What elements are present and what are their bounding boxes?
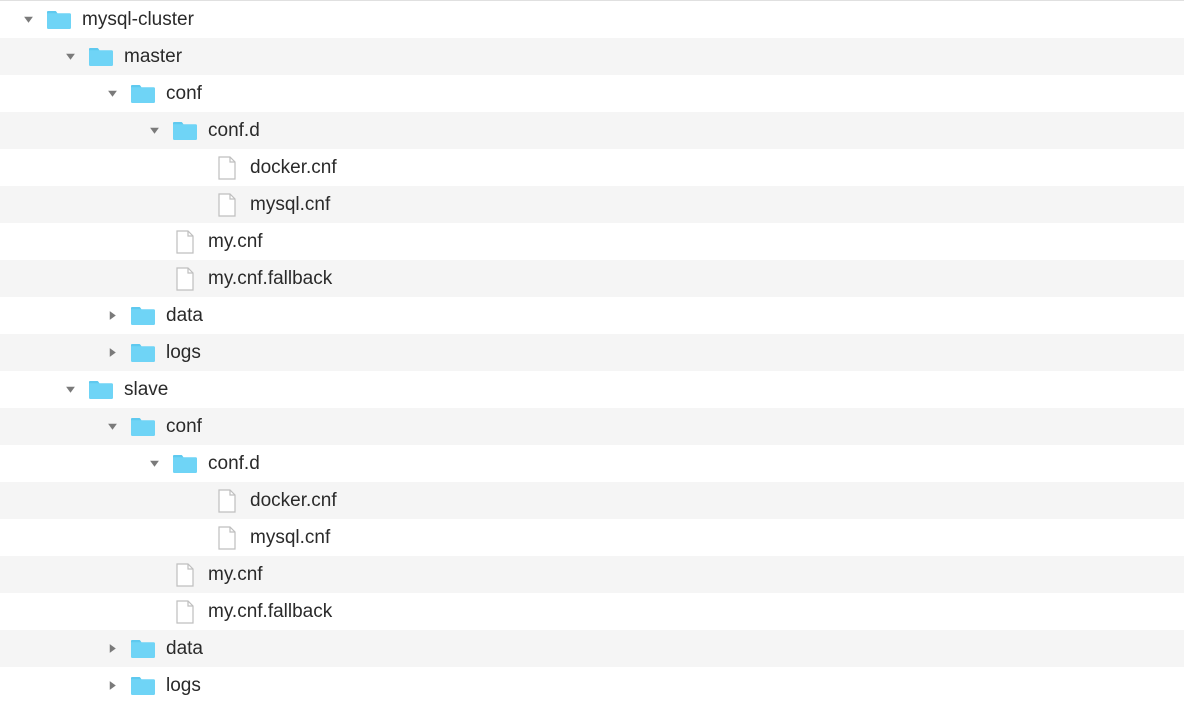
tree-item-label: docker.cnf: [250, 490, 337, 512]
tree-row[interactable]: docker.cnf: [0, 482, 1184, 519]
tree-item-label: conf: [166, 83, 202, 105]
chevron-right-icon[interactable]: [104, 678, 120, 694]
tree-item-label: logs: [166, 675, 201, 697]
file-icon: [172, 266, 198, 292]
chevron-right-icon[interactable]: [104, 641, 120, 657]
tree-item-label: my.cnf.fallback: [208, 268, 332, 290]
folder-icon: [130, 414, 156, 440]
tree-item-label: logs: [166, 342, 201, 364]
tree-item-label: mysql-cluster: [82, 9, 194, 31]
chevron-down-icon[interactable]: [146, 123, 162, 139]
tree-row[interactable]: conf.d: [0, 112, 1184, 149]
tree-row[interactable]: mysql.cnf: [0, 519, 1184, 556]
folder-icon: [130, 340, 156, 366]
tree-item-label: conf: [166, 416, 202, 438]
chevron-down-icon[interactable]: [104, 86, 120, 102]
tree-row[interactable]: my.cnf.fallback: [0, 260, 1184, 297]
tree-row[interactable]: logs: [0, 667, 1184, 704]
folder-icon: [130, 303, 156, 329]
folder-icon: [88, 377, 114, 403]
chevron-down-icon[interactable]: [20, 12, 36, 28]
tree-item-label: slave: [124, 379, 168, 401]
folder-icon: [130, 636, 156, 662]
tree-row[interactable]: master: [0, 38, 1184, 75]
tree-row[interactable]: my.cnf.fallback: [0, 593, 1184, 630]
chevron-down-icon[interactable]: [62, 382, 78, 398]
file-tree: mysql-cluster master conf conf.d docker.…: [0, 0, 1184, 704]
file-icon: [214, 192, 240, 218]
file-icon: [172, 229, 198, 255]
file-icon: [214, 525, 240, 551]
tree-item-label: my.cnf: [208, 231, 263, 253]
file-icon: [172, 562, 198, 588]
folder-icon: [130, 673, 156, 699]
chevron-right-icon[interactable]: [104, 308, 120, 324]
folder-icon: [172, 118, 198, 144]
file-icon: [172, 599, 198, 625]
tree-row[interactable]: data: [0, 297, 1184, 334]
tree-row[interactable]: logs: [0, 334, 1184, 371]
tree-row[interactable]: docker.cnf: [0, 149, 1184, 186]
folder-icon: [88, 44, 114, 70]
tree-item-label: conf.d: [208, 120, 260, 142]
chevron-down-icon[interactable]: [104, 419, 120, 435]
chevron-down-icon[interactable]: [146, 456, 162, 472]
folder-icon: [130, 81, 156, 107]
tree-row[interactable]: conf.d: [0, 445, 1184, 482]
tree-item-label: docker.cnf: [250, 157, 337, 179]
tree-row[interactable]: my.cnf: [0, 556, 1184, 593]
folder-icon: [46, 7, 72, 33]
tree-row[interactable]: conf: [0, 75, 1184, 112]
tree-row[interactable]: mysql-cluster: [0, 1, 1184, 38]
folder-icon: [172, 451, 198, 477]
tree-row[interactable]: slave: [0, 371, 1184, 408]
tree-item-label: data: [166, 638, 203, 660]
tree-row[interactable]: my.cnf: [0, 223, 1184, 260]
tree-item-label: mysql.cnf: [250, 527, 330, 549]
tree-item-label: conf.d: [208, 453, 260, 475]
tree-item-label: my.cnf.fallback: [208, 601, 332, 623]
chevron-down-icon[interactable]: [62, 49, 78, 65]
tree-item-label: mysql.cnf: [250, 194, 330, 216]
tree-row[interactable]: conf: [0, 408, 1184, 445]
tree-row[interactable]: mysql.cnf: [0, 186, 1184, 223]
tree-item-label: data: [166, 305, 203, 327]
file-icon: [214, 155, 240, 181]
file-icon: [214, 488, 240, 514]
tree-item-label: master: [124, 46, 182, 68]
chevron-right-icon[interactable]: [104, 345, 120, 361]
tree-row[interactable]: data: [0, 630, 1184, 667]
tree-item-label: my.cnf: [208, 564, 263, 586]
